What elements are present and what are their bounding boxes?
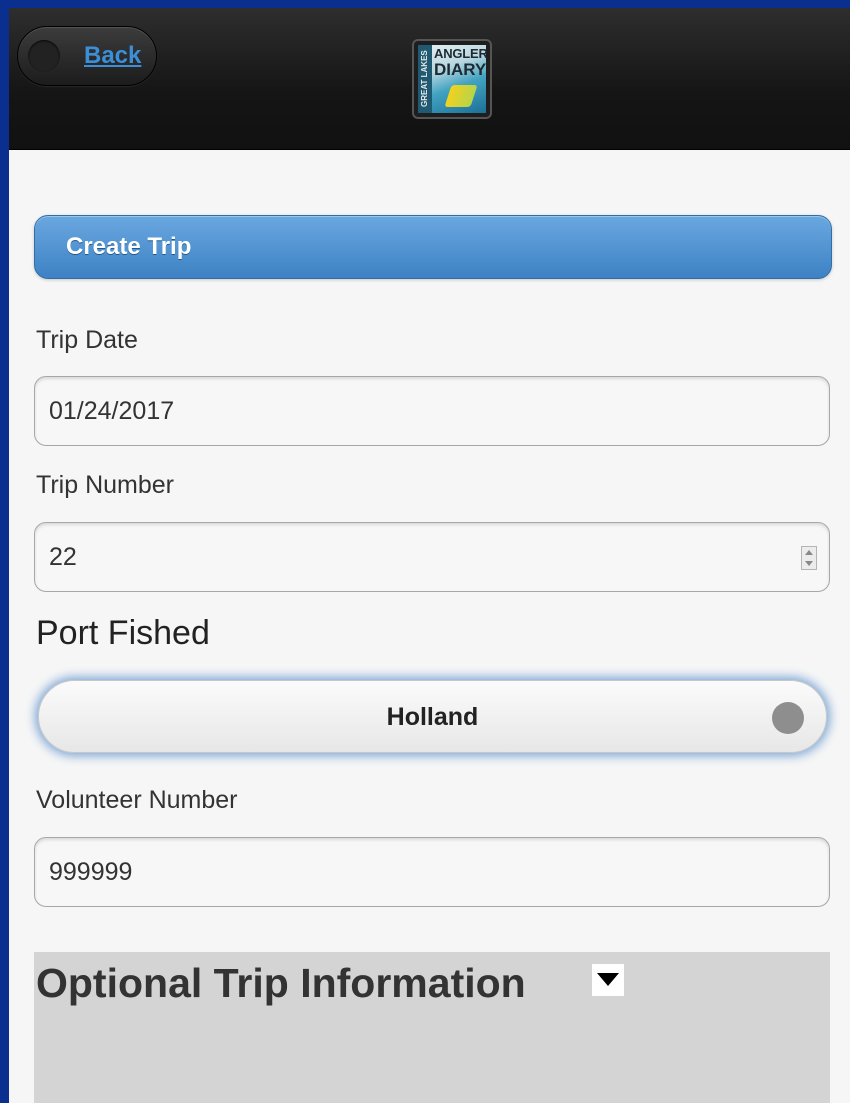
back-link[interactable]: Back [84,42,141,70]
window-frame: Back GREAT LAKES ANGLER DIARY Create Tri… [0,0,850,1103]
number-stepper[interactable] [801,546,817,570]
port-fished-value: Holland [386,703,479,731]
optional-trip-info-title[interactable]: Optional Trip Information [36,960,526,1007]
create-trip-header: Create Trip [34,215,832,279]
back-button[interactable]: Back [17,26,157,86]
app-page: Back GREAT LAKES ANGLER DIARY Create Tri… [9,8,850,1103]
caret-down-arrow [597,973,619,986]
port-fished-select[interactable]: Holland [38,680,827,753]
logo-side-text: GREAT LAKES [418,45,432,113]
stepper-down-icon[interactable] [805,561,813,566]
logo-line2: DIARY [434,60,487,79]
volunteer-number-input[interactable]: 999999 [34,837,830,907]
trip-date-label: Trip Date [36,326,138,354]
volunteer-number-label: Volunteer Number [36,786,238,814]
header-bar: Back GREAT LAKES ANGLER DIARY [9,8,850,150]
select-dot-icon [772,702,804,734]
trip-number-input[interactable]: 22 [34,522,830,592]
logo-line1: ANGLER [434,46,488,61]
logo-image: GREAT LAKES ANGLER DIARY [418,45,488,113]
fish-icon [444,85,478,107]
back-knob-icon [28,40,60,72]
port-fished-label: Port Fished [36,614,210,652]
app-logo: GREAT LAKES ANGLER DIARY [412,39,492,119]
section-title: Create Trip [66,233,192,260]
trip-number-label: Trip Number [36,471,174,499]
optional-trip-info-panel: Optional Trip Information [34,952,830,1103]
trip-number-value: 22 [49,543,77,571]
stepper-up-icon[interactable] [805,550,813,555]
trip-date-input[interactable]: 01/24/2017 [34,376,830,446]
caret-down-icon[interactable] [592,964,624,996]
